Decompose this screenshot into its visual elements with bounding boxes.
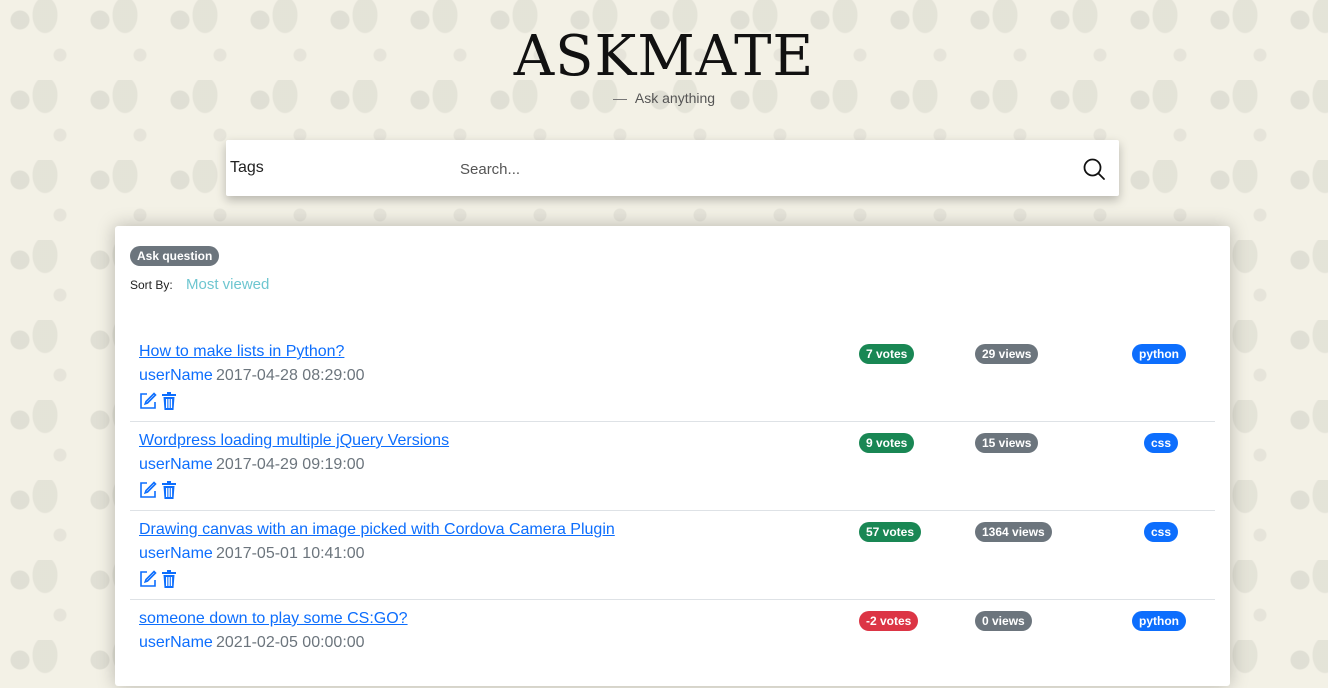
edit-icon[interactable] [139, 570, 157, 588]
delete-icon[interactable] [161, 392, 177, 410]
search-icon[interactable] [1082, 157, 1106, 181]
views-badge: 15 views [975, 433, 1039, 453]
delete-icon[interactable] [161, 570, 177, 588]
tag-badge[interactable]: css [1144, 522, 1179, 542]
tags-selector[interactable]: Tags [230, 159, 264, 177]
question-row: Wordpress loading multiple jQuery Versio… [130, 422, 1215, 511]
ask-question-button[interactable]: Ask question [130, 246, 220, 266]
tagline-text: Ask anything [634, 90, 716, 106]
question-title-link[interactable]: Wordpress loading multiple jQuery Versio… [139, 432, 449, 450]
tag-badge[interactable]: python [1132, 611, 1186, 631]
question-date: 2017-04-28 08:29:00 [216, 367, 365, 384]
tagline-dash [612, 98, 627, 100]
question-row: How to make lists in Python? userName 20… [130, 333, 1215, 422]
tag-badge[interactable]: css [1144, 433, 1179, 453]
sort-dropdown[interactable]: Most viewed [186, 276, 269, 293]
site-header: ASKMATE Ask anything [0, 22, 1328, 106]
question-date: 2017-05-01 10:41:00 [216, 545, 365, 562]
edit-icon[interactable] [139, 481, 157, 499]
votes-badge: 9 votes [859, 433, 915, 453]
questions-panel: Ask question Sort By: Most viewed How to… [115, 226, 1230, 686]
question-title-link[interactable]: Drawing canvas with an image picked with… [139, 521, 615, 539]
votes-badge: -2 votes [859, 611, 919, 631]
question-author: userName [139, 367, 213, 384]
delete-icon[interactable] [161, 481, 177, 499]
question-author: userName [139, 634, 213, 651]
question-date: 2021-02-05 00:00:00 [216, 634, 365, 651]
views-badge: 1364 views [975, 522, 1052, 542]
votes-badge: 57 votes [859, 522, 922, 542]
views-badge: 29 views [975, 344, 1039, 364]
question-row: Drawing canvas with an image picked with… [130, 511, 1215, 600]
edit-icon[interactable] [139, 392, 157, 410]
question-author: userName [139, 456, 213, 473]
site-logo: ASKMATE [513, 24, 815, 89]
search-input[interactable] [458, 152, 1062, 186]
question-row: someone down to play some CS:GO? userNam… [130, 600, 1215, 688]
sort-label: Sort By: [130, 278, 173, 292]
question-author: userName [139, 545, 213, 562]
tag-badge[interactable]: python [1132, 344, 1186, 364]
search-bar: Tags [226, 140, 1119, 196]
votes-badge: 7 votes [859, 344, 915, 364]
views-badge: 0 views [975, 611, 1032, 631]
question-title-link[interactable]: How to make lists in Python? [139, 343, 344, 361]
question-title-link[interactable]: someone down to play some CS:GO? [139, 610, 408, 628]
site-tagline: Ask anything [0, 90, 1328, 106]
question-date: 2017-04-29 09:19:00 [216, 456, 365, 473]
